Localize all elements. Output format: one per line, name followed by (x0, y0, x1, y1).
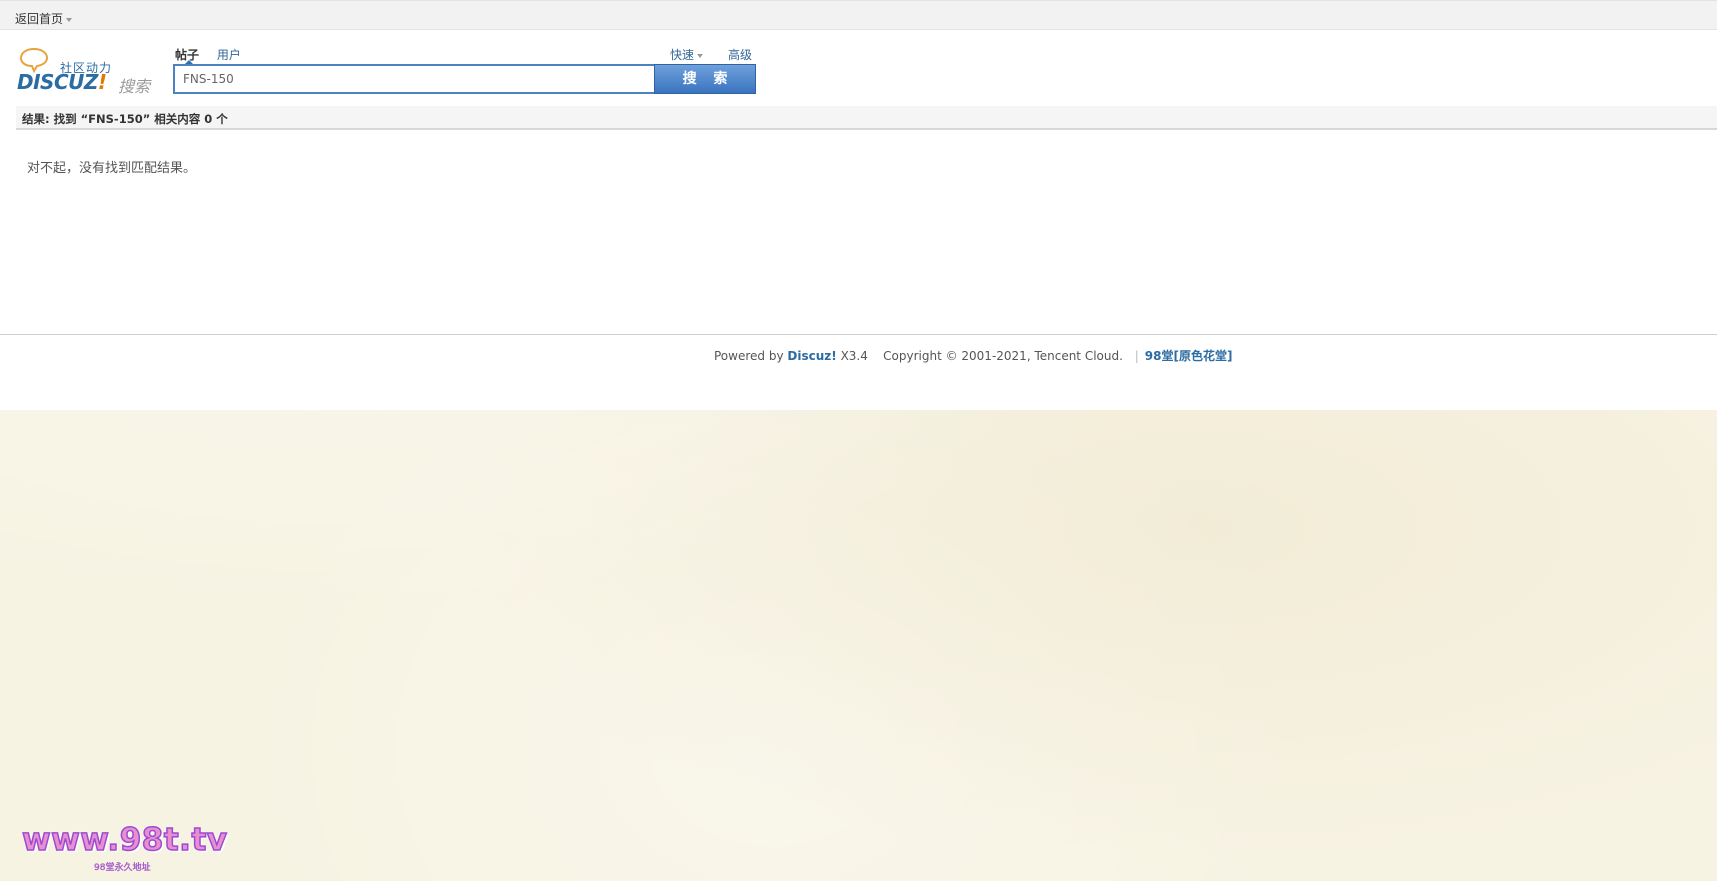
logo-brand: DISCUZ! (17, 70, 107, 94)
copyright-text: Copyright © 2001-2021, Tencent Cloud. (883, 349, 1123, 363)
watermark-url: www.98t.tv (21, 821, 228, 859)
version-text: X3.4 (840, 349, 868, 363)
logo-brand-mark: ! (97, 70, 107, 94)
chevron-down-icon (66, 17, 73, 22)
tab-users[interactable]: 用户 (217, 46, 241, 63)
watermark-subtitle: 98堂永久地址 (94, 863, 151, 873)
result-summary: 结果: 找到 “FNS-150” 相关内容 0 个 (22, 112, 228, 126)
logo-subtitle: 搜索 (118, 77, 151, 96)
advanced-search-link[interactable]: 高级 (728, 46, 752, 63)
home-link[interactable]: 返回首页 (15, 10, 73, 27)
logo-brand-text: DISCUZ (17, 70, 98, 94)
quick-search-label: 快速 (670, 48, 695, 62)
search-button[interactable]: 搜 索 (654, 64, 756, 94)
footer-separator: | (1134, 349, 1139, 363)
tab-posts[interactable]: 帖子 (175, 46, 199, 64)
site-watermark: www.98t.tv 98堂永久地址 (21, 821, 242, 876)
discuz-link[interactable]: Discuz! (787, 349, 836, 363)
top-navigation-bar: 返回首页 (0, 0, 1717, 30)
home-link-label: 返回首页 (15, 12, 64, 26)
result-summary-bar: 结果: 找到 “FNS-150” 相关内容 0 个 (16, 106, 1717, 130)
discuz-search-logo[interactable]: 社区动力 DISCUZ! 搜索 (16, 44, 156, 96)
search-type-tabs: 帖子 用户 (175, 46, 255, 64)
powered-by-prefix: Powered by (714, 349, 784, 363)
chevron-down-icon (697, 53, 704, 58)
no-results-message: 对不起，没有找到匹配结果。 (27, 161, 197, 176)
site-home-link[interactable]: 98堂[原色花堂] (1145, 349, 1233, 363)
footer: Powered by Discuz! X3.4 Copyright © 2001… (714, 347, 1232, 364)
search-input[interactable] (173, 64, 655, 94)
quick-search-dropdown[interactable]: 快速 (670, 46, 704, 63)
footer-divider (0, 334, 1717, 335)
